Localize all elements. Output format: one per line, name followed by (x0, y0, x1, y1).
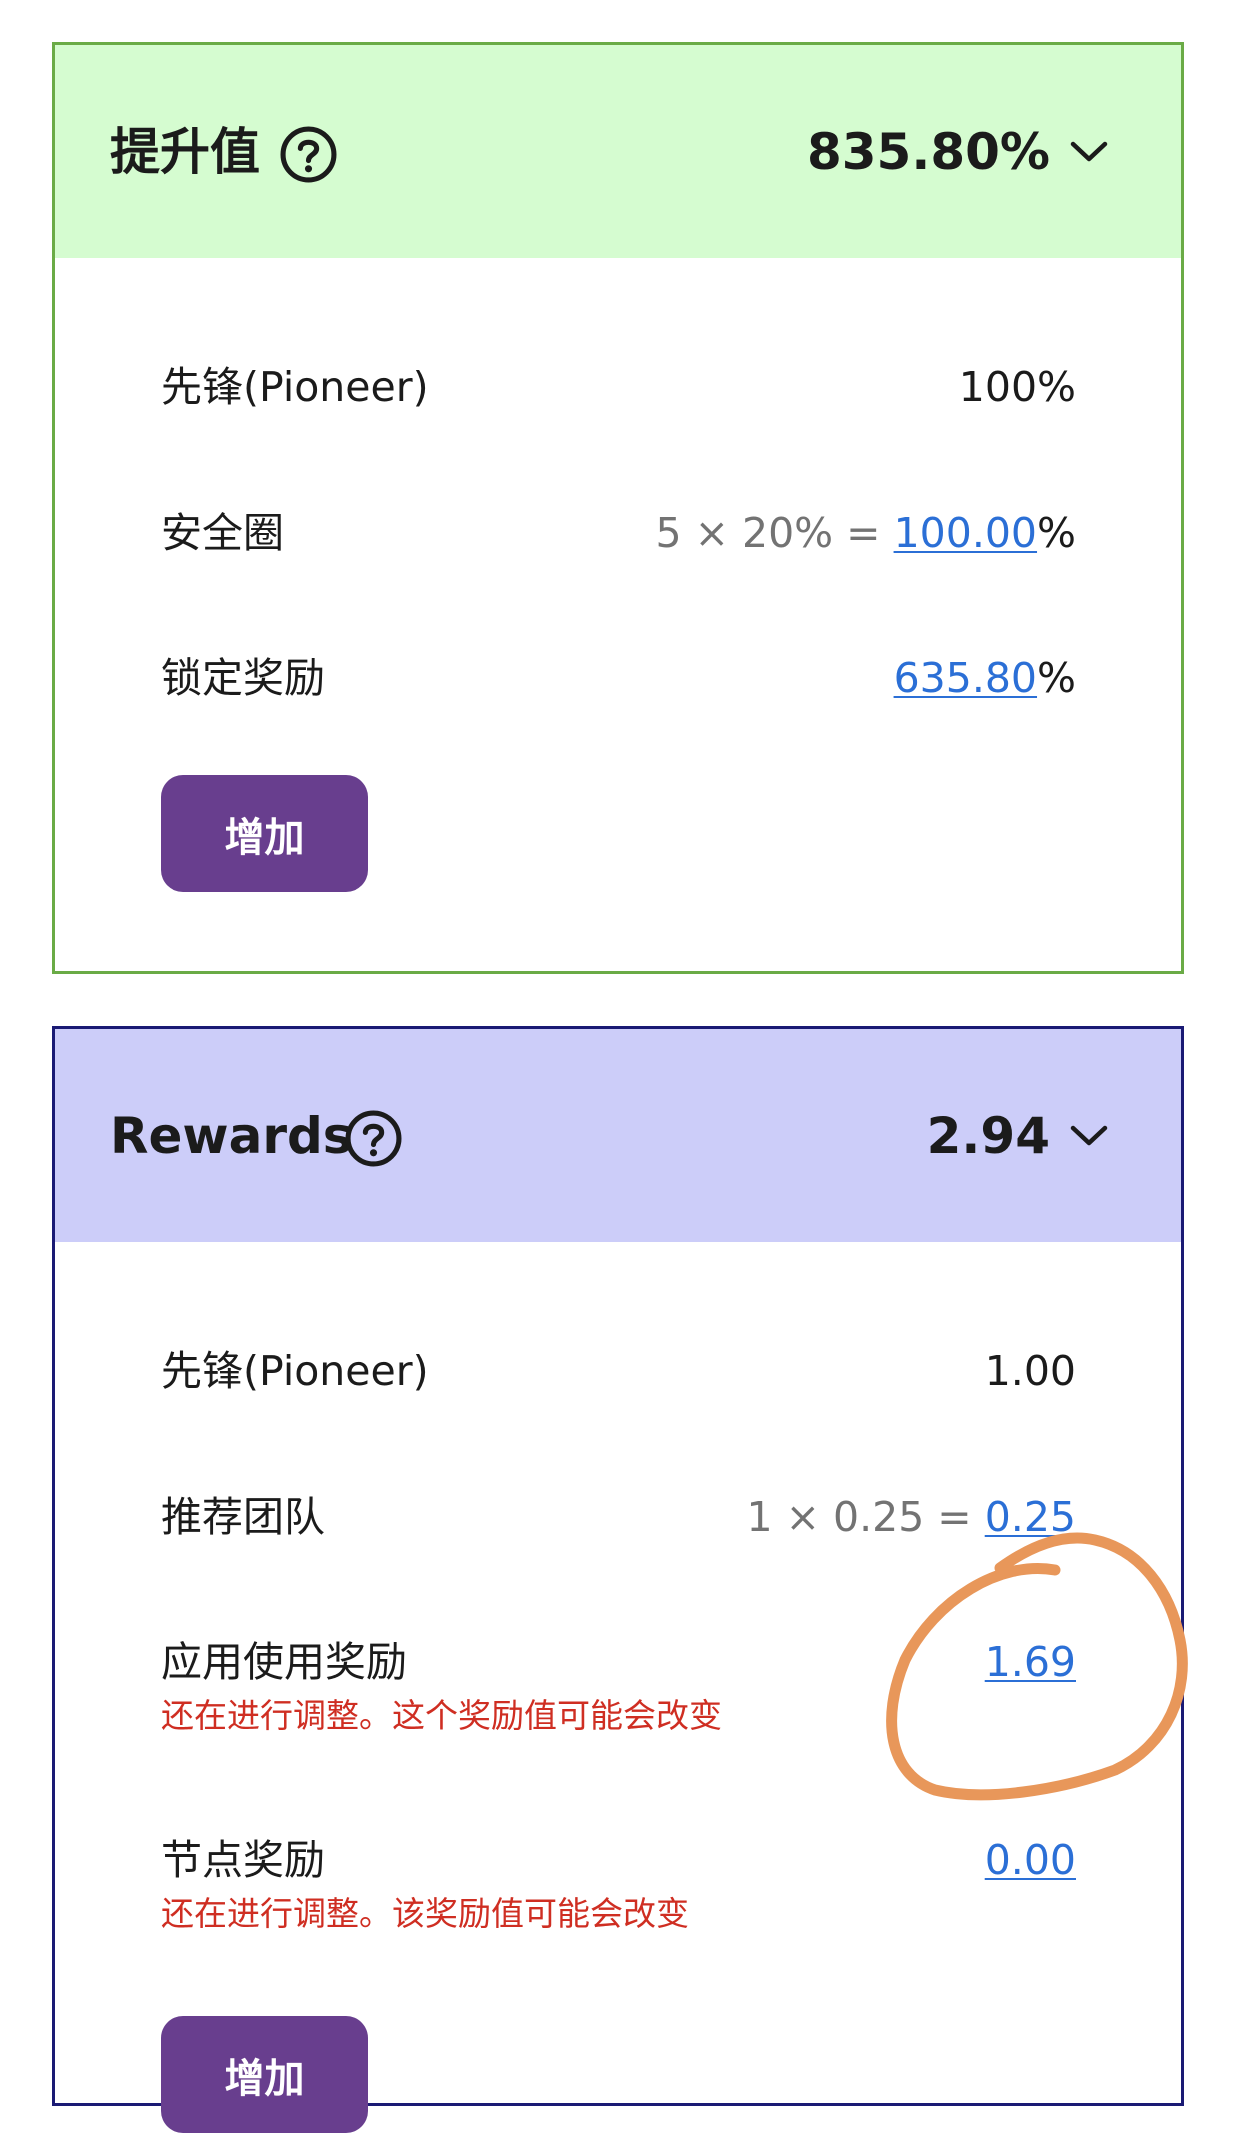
boost-add-button[interactable]: 增加 (161, 775, 368, 892)
app-usage-warning: 还在进行调整。这个奖励值可能会改变 (161, 1696, 722, 1735)
percent-suffix: % (1037, 509, 1076, 557)
node-reward-warning: 还在进行调整。该奖励值可能会改变 (161, 1894, 689, 1933)
app-usage-link[interactable]: 1.69 (985, 1638, 1076, 1686)
rewards-add-button[interactable]: 增加 (161, 2016, 368, 2133)
referral-team-value: 1 × 0.25 = 0.25 (746, 1491, 1076, 1543)
security-circle-link[interactable]: 100.00 (894, 509, 1037, 557)
rewards-header[interactable]: Rewards 2.94 (55, 1029, 1181, 1242)
boost-pioneer-value: 100% (958, 363, 1076, 411)
lockup-link[interactable]: 635.80 (894, 654, 1037, 702)
boost-title: 提升值 (110, 123, 260, 181)
rewards-pioneer-label: 先锋(Pioneer) (161, 1347, 429, 1395)
percent-suffix: % (1037, 654, 1076, 702)
node-reward-value: 0.00 (985, 1834, 1076, 1886)
rewards-pioneer-value: 1.00 (984, 1347, 1076, 1395)
app-usage-label: 应用使用奖励 (161, 1638, 407, 1686)
rewards-title: Rewards (110, 1107, 353, 1165)
boost-pioneer-label: 先锋(Pioneer) (161, 363, 429, 411)
boost-card: 提升值 835.80% 先锋(Pioneer) 100% 安全圈 5 × 20%… (52, 42, 1184, 974)
node-reward-label: 节点奖励 (161, 1836, 325, 1884)
chevron-down-icon[interactable] (1069, 139, 1109, 165)
referral-team-link[interactable]: 0.25 (985, 1493, 1076, 1541)
question-circle-icon[interactable] (345, 1110, 402, 1167)
question-circle-icon[interactable] (280, 126, 337, 183)
boost-total-value: 835.80% (806, 123, 1050, 181)
boost-header[interactable]: 提升值 835.80% (55, 45, 1181, 258)
boost-security-circle-value: 5 × 20% = 100.00% (656, 507, 1077, 559)
referral-team-formula: 1 × 0.25 = (746, 1493, 985, 1541)
rewards-card: Rewards 2.94 先锋(Pioneer) 1.00 推荐团队 1 × 0… (52, 1026, 1184, 2133)
referral-team-label: 推荐团队 (161, 1493, 325, 1541)
node-reward-link[interactable]: 0.00 (985, 1836, 1076, 1884)
boost-security-circle-label: 安全圈 (161, 509, 284, 557)
chevron-down-icon[interactable] (1069, 1123, 1109, 1149)
security-circle-formula: 5 × 20% = (655, 509, 894, 557)
rewards-total-value: 2.94 (926, 1107, 1050, 1165)
boost-lockup-value: 635.80% (894, 652, 1076, 704)
boost-lockup-label: 锁定奖励 (161, 654, 325, 702)
app-usage-value: 1.69 (985, 1636, 1076, 1688)
